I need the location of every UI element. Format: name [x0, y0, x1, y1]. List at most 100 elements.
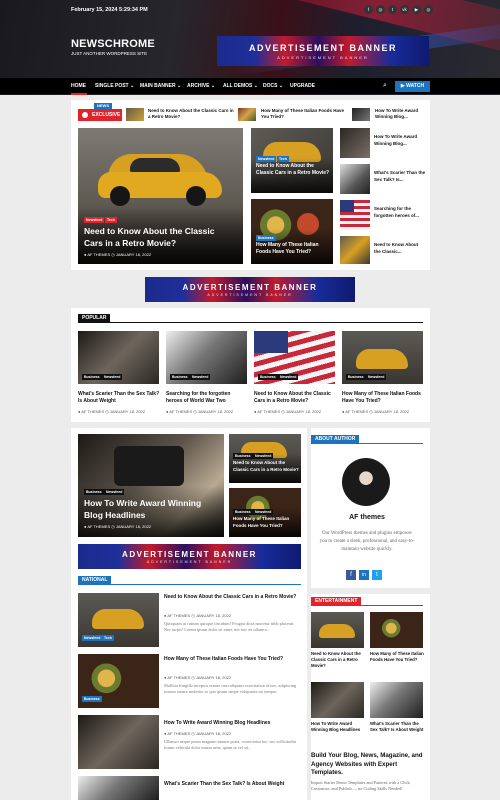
facebook-icon[interactable]: f	[364, 5, 373, 14]
popular-title-4[interactable]: How Many of These Italian Foods Have You…	[342, 391, 424, 405]
ent-card-4[interactable]	[370, 682, 423, 718]
search-icon[interactable]: ⌕	[383, 82, 387, 90]
author[interactable]: AF THEMES	[81, 409, 104, 414]
author[interactable]: AF THEMES	[87, 524, 110, 529]
nav-item-single-post[interactable]: SINGLE POST ⌄	[95, 83, 134, 89]
national-title-4[interactable]: What's Scarier Than the Sex Talk? Is Abo…	[164, 781, 300, 788]
ticker-thumb-3[interactable]	[352, 108, 370, 121]
mid-small-title-1[interactable]: Need to Know About the Classic Cars in a…	[233, 460, 299, 473]
national-meta-1: ● AF THEMES ◷ JANUARY 18, 2022	[164, 613, 231, 618]
ent-title-2[interactable]: How Many of These Italian Foods Have You…	[370, 651, 425, 663]
tag-newsfeed[interactable]: Newsfeed	[84, 217, 105, 223]
ticker-item-1[interactable]: Need to Know About the Classic Cars in a…	[148, 108, 234, 120]
about-author-widget	[311, 428, 430, 588]
twitter-icon[interactable]: t	[372, 570, 382, 580]
national-title-1[interactable]: Need to Know About the Classic Cars in a…	[164, 594, 300, 601]
ent-title-3[interactable]: How To Write Award Winning Blog Headline…	[311, 721, 366, 733]
nav-item-main-banner[interactable]: MAIN BANNER ⌄	[140, 83, 181, 89]
author[interactable]: AF THEMES	[167, 675, 190, 680]
tag-newsfeed[interactable]: Newsfeed	[366, 374, 387, 380]
ad-banner-header[interactable]: ADVERTISEMENT BANNER ADVERTISEMENT BANNE…	[217, 36, 429, 66]
author[interactable]: AF THEMES	[169, 409, 192, 414]
tag-newsfeed[interactable]: Newsfeed	[82, 635, 103, 641]
popular-title-1[interactable]: What's Scarier Than the Sex Talk? Is Abo…	[78, 391, 160, 405]
nav-item-archive[interactable]: ARCHIVE ⌄	[187, 83, 215, 89]
ent-card-1[interactable]	[311, 612, 364, 648]
ent-card-3[interactable]	[311, 682, 364, 718]
ticker-item-2[interactable]: How Many of These Italian Foods Have You…	[261, 108, 347, 120]
mid-small-title-2[interactable]: How Many of These Italian Foods Have You…	[233, 516, 299, 529]
tag-business[interactable]: Business	[170, 374, 190, 380]
featured-side-thumb-1[interactable]	[340, 128, 370, 158]
tag-tech[interactable]: Tech	[277, 156, 289, 162]
featured-side-title-4[interactable]: Need to Know About the Classic...	[374, 242, 426, 255]
site-title[interactable]: NEWSCHROME	[71, 38, 155, 50]
author[interactable]: AF THEMES	[87, 252, 110, 257]
instagram-icon[interactable]: ◎	[376, 5, 385, 14]
author[interactable]: AF THEMES	[257, 409, 280, 414]
featured-main-title[interactable]: Need to Know About the Classic Cars in a…	[84, 225, 234, 249]
author[interactable]: AF THEMES	[345, 409, 368, 414]
ticker-thumb-1[interactable]	[126, 108, 144, 121]
tag-business[interactable]: Business	[82, 696, 102, 702]
featured-mid-title-2[interactable]: How Many of These Italian Foods Have You…	[256, 242, 330, 256]
tag-newsfeed[interactable]: Newsfeed	[104, 489, 125, 495]
ticker-thumb-2[interactable]	[238, 108, 256, 121]
watch-button[interactable]: ▶ WATCH	[395, 81, 430, 92]
ent-title-1[interactable]: Need to Know About the Classic Cars in a…	[311, 651, 366, 669]
tag-business[interactable]: Business	[233, 509, 253, 515]
tag-newsfeed[interactable]: Newsfeed	[278, 374, 299, 380]
tag-tech[interactable]: Tech	[105, 217, 117, 223]
nav-item-all-demos[interactable]: ALL DEMOS ⌄	[223, 83, 258, 89]
national-card-4[interactable]	[78, 776, 159, 800]
featured-side-thumb-4[interactable]	[340, 236, 370, 264]
tag-newsfeed[interactable]: Newsfeed	[253, 509, 274, 515]
popular-meta-1: ● AF THEMES ◷ JANUARY 18, 2022	[78, 409, 145, 414]
tag-newsfeed[interactable]: Newsfeed	[253, 453, 274, 459]
twitter-icon[interactable]: t	[388, 5, 397, 14]
ad-banner-middle[interactable]: ADVERTISEMENT BANNER ADVERTISEMENT BANNE…	[145, 277, 355, 302]
featured-side-thumb-3[interactable]	[340, 200, 370, 230]
mid-big-title[interactable]: How To Write Award Winning Blog Headline…	[84, 497, 219, 521]
tag-business[interactable]: Business	[258, 374, 278, 380]
popular-meta-2: ● AF THEMES ◷ JANUARY 18, 2022	[166, 409, 233, 414]
watch-label: WATCH	[406, 83, 425, 89]
tag-tech[interactable]: Tech	[102, 635, 114, 641]
nav-item-docs[interactable]: DOCS ⌄	[263, 83, 283, 89]
vk-icon[interactable]: vk	[400, 5, 409, 14]
date: JANUARY 18, 2022	[197, 409, 234, 414]
featured-side-title-3[interactable]: Searching for the forgotten heroes of...	[374, 206, 426, 219]
tag-business[interactable]: Business	[233, 453, 253, 459]
ad-banner-content[interactable]: ADVERTISEMENT BANNER ADVERTISEMENT BANNE…	[78, 544, 301, 569]
national-card-3[interactable]	[78, 715, 159, 769]
featured-side-thumb-2[interactable]	[340, 164, 370, 194]
ent-card-2[interactable]	[370, 612, 423, 648]
tag-newsfeed[interactable]: Newsfeed	[256, 156, 277, 162]
tag-business[interactable]: Business	[256, 235, 276, 241]
tag-business[interactable]: Business	[84, 489, 104, 495]
ticker-item-3[interactable]: How To Write Award Winning Blog...	[375, 108, 430, 120]
nav-item-upgrade[interactable]: UPGRADE	[290, 83, 315, 89]
author[interactable]: AF THEMES	[167, 731, 190, 736]
linkedin-icon[interactable]: in	[359, 570, 369, 580]
popular-title-2[interactable]: Searching for the forgotten heroes of Wo…	[166, 391, 248, 405]
national-underline	[78, 584, 301, 585]
featured-mid-title-1[interactable]: Need to Know About the Classic Cars in a…	[256, 163, 330, 177]
national-title-3[interactable]: How To Write Award Winning Blog Headline…	[164, 720, 300, 727]
nav-item-home[interactable]: HOME	[71, 83, 86, 89]
tag-business[interactable]: Business	[82, 374, 102, 380]
national-title-2[interactable]: How Many of These Italian Foods Have You…	[164, 656, 300, 663]
date: JANUARY 18, 2022	[115, 524, 152, 529]
popular-title-3[interactable]: Need to Know About the Classic Cars in a…	[254, 391, 336, 405]
featured-side-title-2[interactable]: What's Scarier Than the Sex Talk? Is...	[374, 170, 426, 183]
ent-title-4[interactable]: What's Scarier Than the Sex Talk? Is Abo…	[370, 721, 425, 733]
mid-big-card[interactable]	[78, 434, 224, 537]
featured-side-title-1[interactable]: How To Write Award Winning Blog...	[374, 134, 426, 147]
facebook-icon[interactable]: f	[346, 570, 356, 580]
tag-business[interactable]: Business	[346, 374, 366, 380]
youtube-icon[interactable]: ▶	[412, 5, 421, 14]
instagram-icon[interactable]: ◎	[424, 5, 433, 14]
author[interactable]: AF THEMES	[167, 613, 190, 618]
tag-newsfeed[interactable]: Newsfeed	[190, 374, 211, 380]
tag-newsfeed[interactable]: Newsfeed	[102, 374, 123, 380]
